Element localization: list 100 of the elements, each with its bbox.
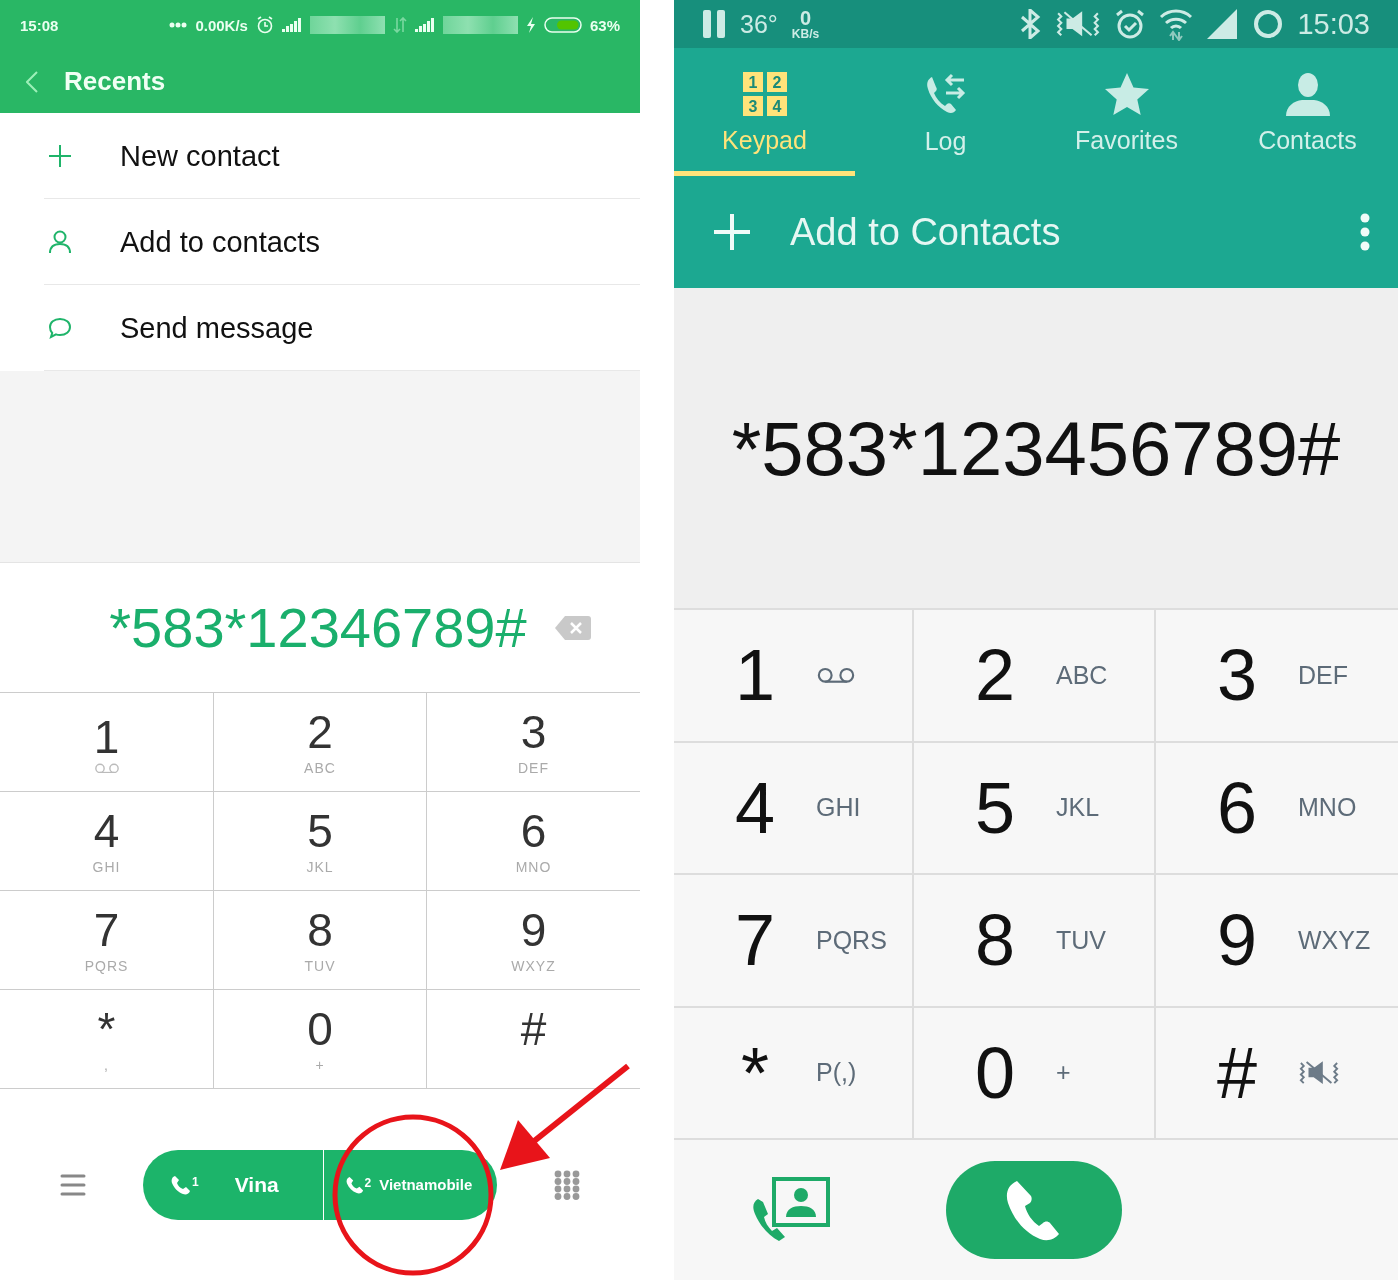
dial-key[interactable]: 5 JKL xyxy=(914,742,1156,875)
dial-key[interactable]: # xyxy=(1156,1007,1398,1140)
wifi-icon xyxy=(1159,7,1194,41)
dial-key[interactable]: 0 + xyxy=(214,990,427,1089)
dialed-number: *583*123456789# xyxy=(731,404,1341,492)
key-letters: MNO xyxy=(515,858,552,877)
dial-key[interactable]: 0 + xyxy=(914,1007,1156,1140)
dial-key[interactable]: 3 DEF xyxy=(427,693,640,792)
key-letters: PQRS xyxy=(84,957,129,976)
key-digit: * xyxy=(740,1031,770,1114)
phone-icon xyxy=(345,1175,364,1194)
status-time: 15:08 xyxy=(20,16,59,34)
signal-icon xyxy=(1207,9,1240,39)
dial-key[interactable]: 9 WXYZ xyxy=(427,891,640,990)
dial-key[interactable]: 1 xyxy=(674,610,914,743)
star-icon xyxy=(1103,71,1150,116)
backspace-icon[interactable] xyxy=(554,615,591,640)
key-digit: 7 xyxy=(93,904,120,956)
plus-icon[interactable] xyxy=(714,214,750,250)
dial-key[interactable]: 6 MNO xyxy=(427,792,640,891)
key-letters: + xyxy=(315,1056,325,1075)
vibrate-mute-icon xyxy=(1055,10,1102,38)
alarm-icon xyxy=(255,16,274,34)
key-digit: 9 xyxy=(1216,899,1258,982)
dialed-number: *583*12346789# xyxy=(109,595,527,660)
plus-icon xyxy=(48,144,72,168)
key-digit: 4 xyxy=(734,766,776,849)
voicemail-icon xyxy=(93,762,120,774)
dial-key[interactable]: 8 TUV xyxy=(914,875,1156,1008)
dialpad-icon[interactable] xyxy=(554,1169,580,1200)
dial-key[interactable]: # xyxy=(427,990,640,1089)
battery-percent: 63% xyxy=(589,16,620,34)
key-digit: 8 xyxy=(974,899,1016,982)
dial-key[interactable]: 7 PQRS xyxy=(674,875,914,1008)
key-digit: 3 xyxy=(1216,634,1258,717)
key-digit: 7 xyxy=(734,899,776,982)
sim-number: 2 xyxy=(364,1175,372,1190)
key-digit: 6 xyxy=(1216,766,1258,849)
network-speed: 0.00K/s xyxy=(195,16,248,34)
temperature: 36° xyxy=(740,9,778,39)
signal-icon xyxy=(414,18,435,32)
battery-icon xyxy=(543,17,582,33)
dial-key[interactable]: 3 DEF xyxy=(1156,610,1398,743)
dial-key[interactable]: * , xyxy=(0,990,214,1089)
key-letters: TUV xyxy=(1056,925,1106,955)
alarm-icon xyxy=(1115,9,1146,39)
circle-icon xyxy=(1253,9,1284,39)
back-icon[interactable] xyxy=(26,70,38,93)
screen-title: Recents xyxy=(64,66,166,97)
key-digit: 8 xyxy=(307,904,333,956)
key-digit: 5 xyxy=(307,805,333,857)
key-digit: 1 xyxy=(734,634,776,717)
dial-key[interactable]: 2 ABC xyxy=(914,610,1156,743)
dial-key[interactable]: 4 GHI xyxy=(674,742,914,875)
status-time: 15:03 xyxy=(1297,7,1370,41)
key-letters: GHI xyxy=(816,793,861,823)
contact-card-phone-icon[interactable] xyxy=(752,1177,830,1243)
key-letters: , xyxy=(104,1056,109,1075)
more-options-icon[interactable] xyxy=(1360,213,1370,251)
pause-icon xyxy=(702,10,726,38)
chat-bubble-icon xyxy=(48,317,72,339)
key-letters: JKL xyxy=(1056,793,1100,823)
more-icon xyxy=(169,22,188,28)
key-digit: * xyxy=(97,1003,116,1055)
voicemail-icon xyxy=(816,666,856,684)
key-letters: JKL xyxy=(306,858,334,877)
key-letters: P(,) xyxy=(816,1058,857,1088)
dial-key[interactable]: 1 xyxy=(0,693,214,792)
key-letters: GHI xyxy=(92,858,121,877)
key-digit: # xyxy=(520,1003,547,1055)
key-letters: MNO xyxy=(1298,793,1357,823)
dial-key[interactable]: 8 TUV xyxy=(214,891,427,990)
dial-key[interactable]: 6 MNO xyxy=(1156,742,1398,875)
dial-key[interactable]: * P(,) xyxy=(674,1007,914,1140)
menu-icon[interactable] xyxy=(60,1173,86,1196)
key-digit: 9 xyxy=(520,904,547,956)
key-letters: + xyxy=(1056,1058,1071,1088)
signal-icon xyxy=(281,18,302,32)
dial-key[interactable]: 9 WXYZ xyxy=(1156,875,1398,1008)
person-icon xyxy=(49,230,71,254)
dial-key[interactable]: 5 JKL xyxy=(214,792,427,891)
bolt-icon xyxy=(525,17,536,33)
data-arrows-icon xyxy=(392,17,407,33)
phone-icon xyxy=(171,1174,191,1195)
key-digit: 3 xyxy=(520,706,547,758)
dial-key[interactable]: 7 PQRS xyxy=(0,891,214,990)
speed-unit: KB/s xyxy=(791,28,820,40)
key-digit: 2 xyxy=(974,634,1016,717)
vibrate-mute-icon xyxy=(1298,1060,1340,1086)
key-digit: 6 xyxy=(520,805,547,857)
dial-key[interactable]: 2 ABC xyxy=(214,693,427,792)
key-letters: DEF xyxy=(1298,660,1348,690)
key-digit: 5 xyxy=(974,766,1016,849)
dial-key[interactable]: 4 GHI xyxy=(0,792,214,891)
key-letters: ABC xyxy=(1056,660,1108,690)
key-letters: WXYZ xyxy=(1298,925,1371,955)
key-digit: 4 xyxy=(93,805,120,857)
key-digit: 1 xyxy=(93,710,120,763)
key-letters: PQRS xyxy=(816,925,887,955)
key-digit: # xyxy=(1216,1031,1258,1114)
